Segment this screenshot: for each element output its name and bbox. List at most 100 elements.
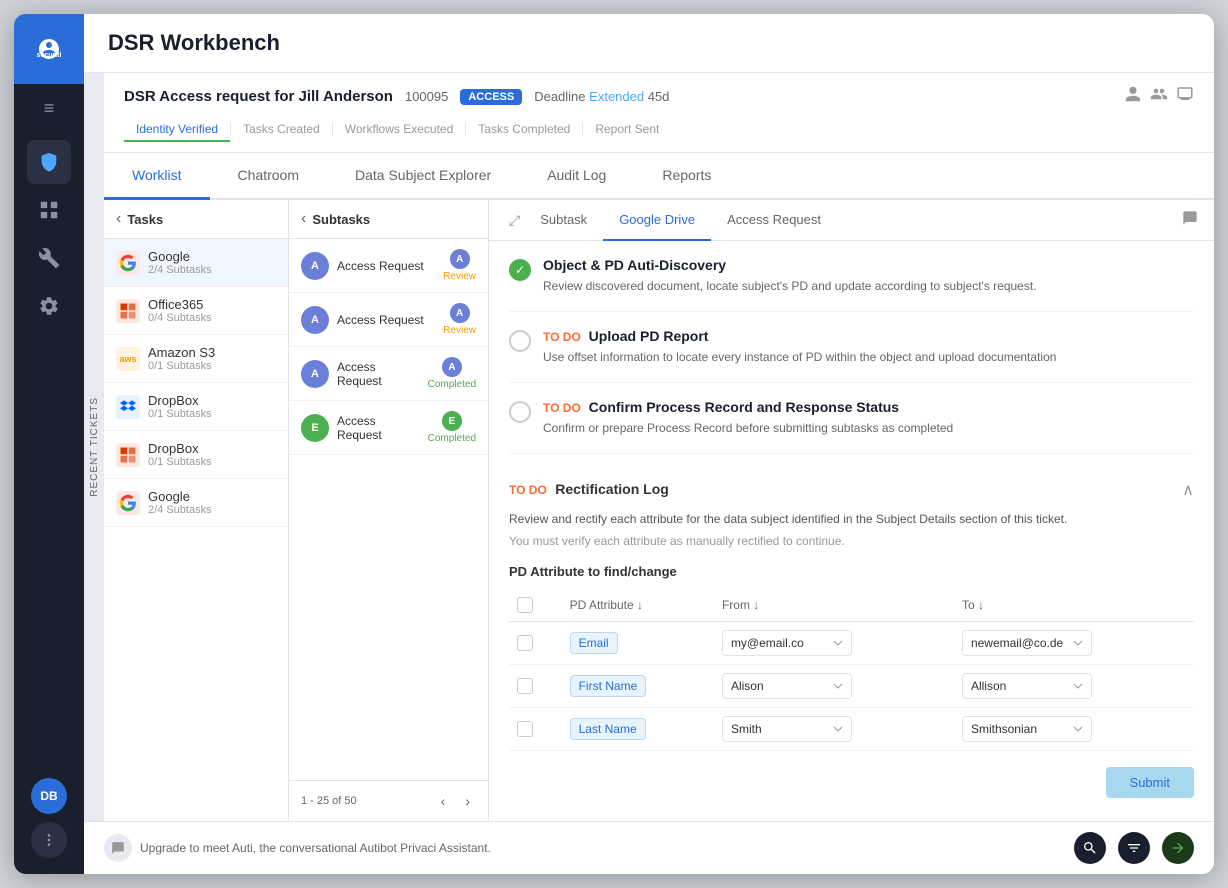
task-name: Google	[148, 249, 276, 264]
tab-report-sent[interactable]: Report Sent	[583, 118, 671, 140]
tasks-back-button[interactable]: ‹	[116, 210, 121, 228]
task-subtasks: 0/1 Subtasks	[148, 456, 276, 468]
sidebar-item-shield[interactable]	[27, 140, 71, 184]
subtasks-back-button[interactable]: ‹	[301, 210, 306, 228]
submit-button[interactable]: Submit	[1106, 767, 1194, 798]
from-lastname-select[interactable]: Smith	[722, 716, 852, 742]
comment-icon[interactable]	[1182, 210, 1198, 231]
subtask-item[interactable]: A Access Request A Review	[289, 239, 488, 293]
task-info: DropBox 0/1 Subtasks	[148, 441, 276, 468]
app-logo: securiti	[14, 14, 84, 84]
sidebar-item-wrench[interactable]	[27, 236, 71, 280]
tab-tasks-created[interactable]: Tasks Created	[231, 118, 332, 140]
task-info: Google 2/4 Subtasks	[148, 489, 276, 516]
arrow-icon-button[interactable]	[1162, 832, 1194, 864]
menu-toggle[interactable]: ≡	[14, 84, 84, 132]
dsr-tabs: Identity Verified Tasks Created Workflow…	[124, 118, 1194, 140]
tab-chatroom[interactable]: Chatroom	[210, 153, 327, 200]
task-detail-title: Object & PD Auti-Discovery	[543, 257, 1194, 273]
chat-prompt: Upgrade to meet Auti, the conversational…	[104, 834, 491, 862]
subtasks-panel: ‹ Subtasks A Access Request	[289, 200, 489, 821]
tab-data-explorer[interactable]: Data Subject Explorer	[327, 153, 519, 200]
tab-workflows-executed[interactable]: Workflows Executed	[333, 118, 466, 140]
detail-tab-google-drive[interactable]: Google Drive	[603, 200, 711, 241]
status-circle-todo	[509, 330, 531, 352]
search-icon-button[interactable]	[1074, 832, 1106, 864]
table-row: Email my@email.co	[509, 622, 1194, 665]
subtask-status: Completed	[428, 379, 476, 390]
tab-navigation: Worklist Chatroom Data Subject Explorer …	[104, 153, 1214, 200]
subtask-info: Access Request	[337, 313, 435, 327]
task-item[interactable]: DropBox 0/1 Subtasks	[104, 431, 288, 479]
chat-prompt-text: Upgrade to meet Auti, the conversational…	[140, 841, 491, 855]
task-item[interactable]: Google 2/4 Subtasks	[104, 479, 288, 527]
to-firstname-select[interactable]: Allison	[962, 673, 1092, 699]
recent-tickets-tab[interactable]: RECENT TICKETS	[84, 73, 104, 821]
tab-audit-log[interactable]: Audit Log	[519, 153, 634, 200]
filter-icon-button[interactable]	[1118, 832, 1150, 864]
subtasks-list: A Access Request A Review	[289, 239, 488, 780]
header-checkbox[interactable]	[517, 597, 533, 613]
rect-header[interactable]: TO DO Rectification Log ∧	[509, 470, 1194, 510]
from-email-select[interactable]: my@email.co	[722, 630, 852, 656]
subtask-badge: E	[442, 411, 462, 431]
tab-reports[interactable]: Reports	[634, 153, 739, 200]
group-icon[interactable]	[1150, 85, 1168, 108]
rectification-section: TO DO Rectification Log ∧ Review and rec…	[509, 470, 1194, 798]
task-info: Office365 0/4 Subtasks	[148, 297, 276, 324]
detail-tab-icons	[1182, 200, 1198, 240]
page-prev-button[interactable]: ‹	[435, 791, 452, 811]
task-item[interactable]: aws Amazon S3 0/1 Subtasks	[104, 335, 288, 383]
row-checkbox[interactable]	[517, 678, 533, 694]
task-info: Google 2/4 Subtasks	[148, 249, 276, 276]
chat-icon	[104, 834, 132, 862]
to-lastname-select[interactable]: Smithsonian	[962, 716, 1092, 742]
subtask-status: Review	[443, 325, 476, 336]
rect-note: You must verify each attribute as manual…	[509, 534, 1194, 548]
from-firstname-select[interactable]: Alison	[722, 673, 852, 699]
task-item[interactable]: DropBox 0/1 Subtasks	[104, 383, 288, 431]
task-detail-desc: Confirm or prepare Process Record before…	[543, 419, 1194, 437]
subtask-item[interactable]: A Access Request A Review	[289, 293, 488, 347]
collapse-icon: ∧	[1182, 480, 1194, 500]
expand-button[interactable]: ⤢	[505, 200, 524, 240]
task-item[interactable]: Google 2/4 Subtasks	[104, 239, 288, 287]
tab-tasks-completed[interactable]: Tasks Completed	[466, 118, 582, 140]
sidebar-item-dashboard[interactable]	[27, 188, 71, 232]
rect-title: Rectification Log	[555, 481, 669, 497]
task-detail-body: TO DO Confirm Process Record and Respons…	[543, 399, 1194, 437]
status-circle-todo2	[509, 401, 531, 423]
user-avatar[interactable]: DB	[31, 778, 67, 814]
svg-text:securiti: securiti	[37, 52, 62, 59]
page-next-button[interactable]: ›	[459, 791, 476, 811]
subtask-item[interactable]: A Access Request A Completed	[289, 347, 488, 401]
todo-label: TO DO	[543, 401, 581, 415]
task-detail-title: TO DO Confirm Process Record and Respons…	[543, 399, 1194, 415]
row-checkbox[interactable]	[517, 635, 533, 651]
to-email-select[interactable]: newemail@co.de	[962, 630, 1092, 656]
person-icon[interactable]	[1124, 85, 1142, 108]
subtask-name: Access Request	[337, 360, 420, 388]
table-row: Last Name Smith	[509, 708, 1194, 751]
status-circle-completed: ✓	[509, 259, 531, 281]
detail-tab-subtask[interactable]: Subtask	[524, 200, 603, 241]
subtask-avatar: A	[301, 306, 329, 334]
more-options[interactable]	[31, 822, 67, 858]
recent-tickets-label: RECENT TICKETS	[89, 397, 100, 497]
tasks-panel-header: ‹ Tasks	[104, 200, 288, 239]
access-badge: ACCESS	[460, 89, 522, 105]
detail-tab-access-request[interactable]: Access Request	[711, 200, 837, 241]
screen-icon[interactable]	[1176, 85, 1194, 108]
subtask-badge: A	[450, 303, 470, 323]
task-name: Office365	[148, 297, 276, 312]
sidebar-item-gear[interactable]	[27, 284, 71, 328]
col-to: To ↓	[954, 589, 1194, 622]
row-checkbox[interactable]	[517, 721, 533, 737]
task-item[interactable]: Office365 0/4 Subtasks	[104, 287, 288, 335]
tab-worklist[interactable]: Worklist	[104, 153, 210, 200]
task-name: DropBox	[148, 441, 276, 456]
col-checkbox	[509, 589, 562, 622]
tab-identity-verified[interactable]: Identity Verified	[124, 118, 230, 140]
task-info: DropBox 0/1 Subtasks	[148, 393, 276, 420]
subtask-item[interactable]: E Access Request E Completed	[289, 401, 488, 455]
